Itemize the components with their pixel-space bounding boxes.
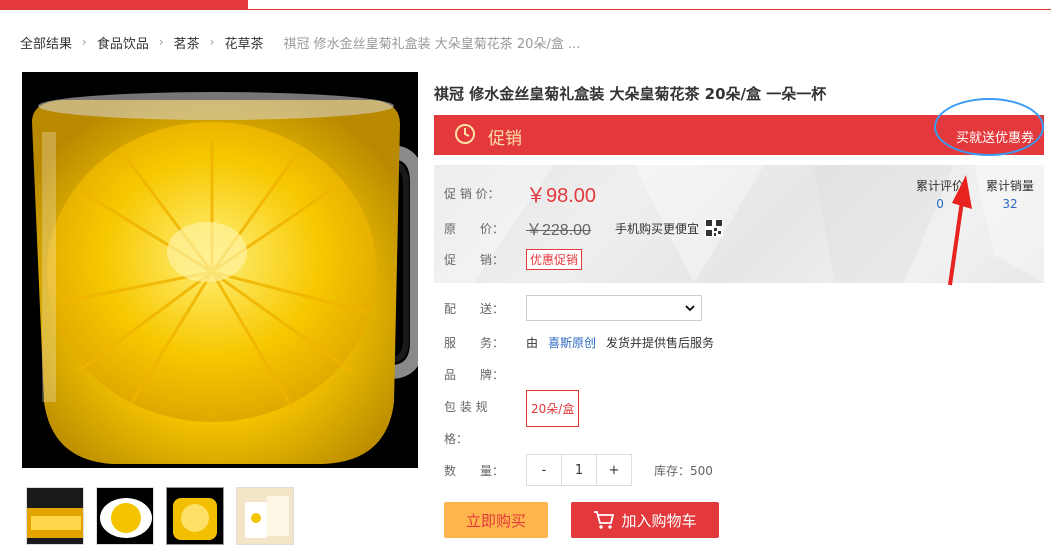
quantity-stepper: - 1 + (526, 454, 632, 486)
original-price-label: 原 价： (444, 221, 505, 236)
cart-icon (594, 511, 615, 529)
spec-option-20-per-box[interactable]: 20朵/盒 (526, 390, 580, 427)
spec-label-cont: 格： (444, 432, 469, 446)
annotation-circle (934, 98, 1044, 156)
breadcrumb-all-results[interactable]: 全部结果 (20, 33, 72, 52)
quantity-increase-button[interactable]: + (597, 455, 631, 485)
breadcrumb-food-drinks[interactable]: 食品饮品 (97, 33, 149, 52)
brand-row: 品 牌： (444, 366, 526, 383)
sales-label: 累计销量 (986, 179, 1035, 193)
thumbnail-2[interactable] (96, 487, 154, 545)
delivery-label: 配 送： (444, 301, 505, 316)
quantity-row: 数 量： - 1 + 库存：500 (444, 454, 713, 486)
promotion-label: 促 销： (444, 253, 505, 267)
sale-price-row: 促 销 价： ￥98.00 (444, 179, 596, 208)
thumbnail-strip (26, 487, 294, 545)
service-row: 服 务： 由 喜斯原创 发货并提供售后服务 (444, 334, 714, 351)
service-prefix: 由 (526, 336, 539, 350)
spec-label-line1: 包 装 规 (444, 398, 526, 415)
mobile-cheaper-text[interactable]: 手机购买更便宜 (615, 220, 699, 237)
thumbnail-4[interactable] (236, 487, 294, 545)
sales-stat: 累计销量 32 (986, 177, 1034, 211)
original-price: ￥228.00 (526, 222, 591, 239)
thumbnail-3[interactable] (166, 487, 224, 545)
promotion-tag[interactable]: 优惠促销 (526, 249, 583, 270)
add-to-cart-button[interactable]: 加入购物车 (571, 502, 719, 538)
chevron-right-icon: › (82, 35, 87, 49)
chevron-right-icon: › (209, 35, 215, 49)
breadcrumb-current: 祺冠 修水金丝皇菊礼盒装 大朵皇菊花茶 20朵/盒 ... (283, 36, 581, 52)
service-label: 服 务： (444, 336, 505, 350)
quantity-label: 数 量： (444, 463, 505, 478)
breadcrumb-flower-tea[interactable]: 花草茶 (224, 33, 263, 52)
brand-label: 品 牌： (444, 368, 505, 382)
delivery-select[interactable] (526, 295, 702, 321)
original-price-row: 原 价： ￥228.00 手机购买更便宜 (444, 216, 723, 240)
clock-icon (455, 124, 475, 144)
store-link[interactable]: 喜斯原创 (548, 334, 596, 351)
quantity-input[interactable]: 1 (561, 455, 597, 485)
product-title: 祺冠 修水金丝皇菊礼盒装 大朵皇菊花茶 20朵/盒 一朵一杯 (434, 85, 827, 103)
breadcrumb-tea[interactable]: 茗茶 (174, 33, 200, 52)
promotion-row: 促 销： 优惠促销 (444, 249, 583, 270)
product-main-image[interactable] (22, 72, 418, 468)
add-to-cart-label: 加入购物车 (621, 511, 697, 530)
thumbnail-1[interactable] (26, 487, 84, 545)
sales-count: 32 (1002, 197, 1018, 211)
chevron-down-icon (685, 305, 695, 312)
spec-options: 20朵/盒 (526, 390, 580, 427)
chevron-right-icon: › (158, 35, 164, 49)
spec-label: 包 装 规 (444, 400, 488, 414)
quantity-decrease-button[interactable]: - (527, 455, 561, 485)
top-nav-active-tab[interactable] (0, 0, 248, 9)
top-nav-bar (0, 0, 1051, 10)
sale-price-label: 促 销 价： (444, 187, 500, 201)
service-suffix: 发货并提供售后服务 (606, 336, 715, 350)
spec-label-line2: 格： (444, 430, 526, 447)
breadcrumb: 全部结果 › 食品饮品 › 茗茶 › 花草茶 祺冠 修水金丝皇菊礼盒装 大朵皇菊… (20, 33, 581, 52)
promo-label: 促销 (488, 129, 522, 149)
sale-price: ￥98.00 (526, 185, 597, 207)
annotation-arrow (948, 175, 972, 286)
qr-code-icon[interactable] (704, 219, 723, 237)
stock-text: 库存：500 (654, 463, 713, 478)
buy-now-button[interactable]: 立即购买 (444, 502, 548, 538)
delivery-row: 配 送： (444, 294, 702, 322)
